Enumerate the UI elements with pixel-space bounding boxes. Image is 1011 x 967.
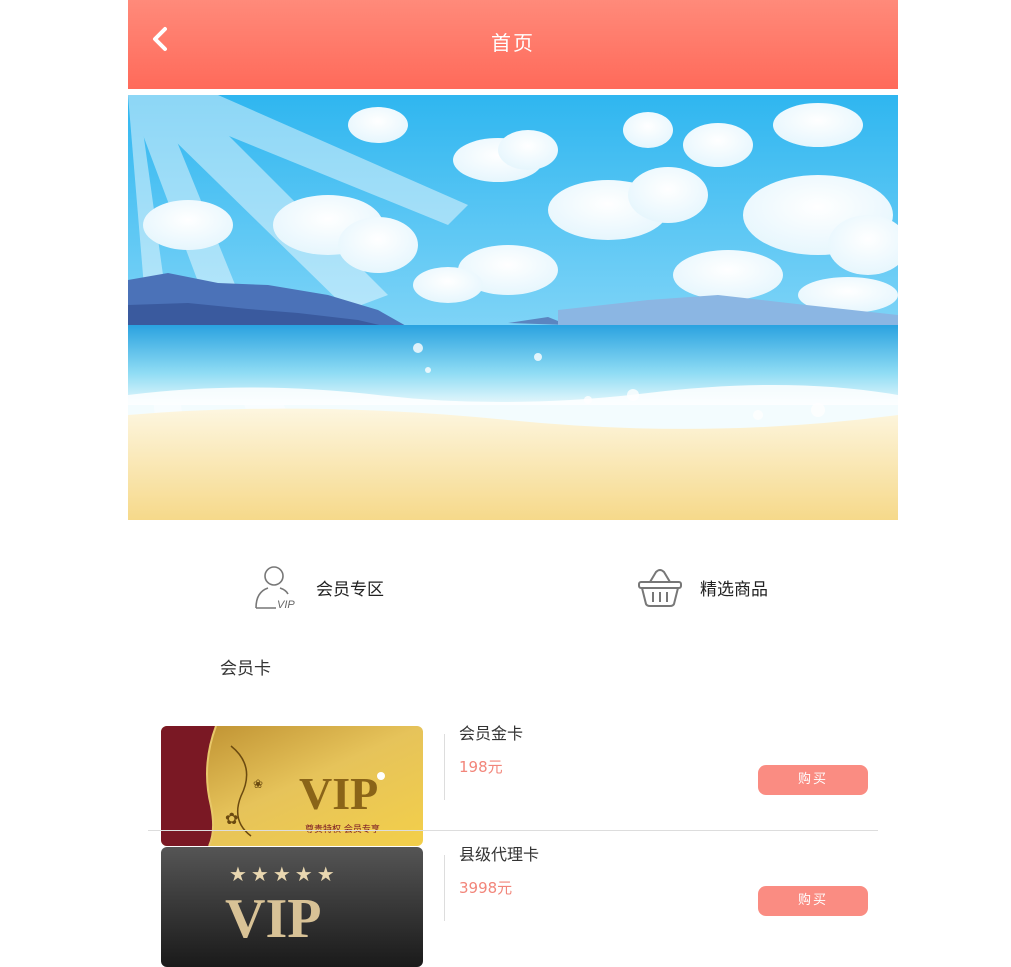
basket-icon (638, 569, 682, 607)
product-price: 3998元 (459, 879, 513, 897)
shortcut-featured-goods[interactable]: 精选商品 (636, 560, 768, 614)
row-divider-vertical (444, 855, 445, 921)
svg-text:VIP: VIP (225, 888, 321, 950)
shortcut-member-zone[interactable]: VIP 会员专区 (252, 560, 384, 614)
shortcut-member-zone-label: 会员专区 (316, 579, 384, 600)
buy-button[interactable]: 购买 (758, 886, 868, 916)
section-title-member-card: 会员卡 (220, 659, 271, 679)
beach-illustration (128, 95, 898, 520)
svg-text:VIP: VIP (277, 599, 295, 611)
row-divider (148, 830, 878, 831)
svg-text:✿: ✿ (225, 809, 238, 828)
product-name: 会员金卡 (459, 724, 524, 743)
product-name: 县级代理卡 (459, 845, 540, 864)
shortcut-featured-goods-label: 精选商品 (700, 579, 768, 600)
banner-image[interactable] (128, 95, 898, 520)
top-nav-bar: 首页 (128, 0, 898, 89)
row-divider-vertical (444, 734, 445, 800)
svg-text:★★★★★: ★★★★★ (229, 862, 339, 886)
buy-button[interactable]: 购买 (758, 765, 868, 795)
page-title: 首页 (491, 31, 535, 55)
black-vip-card-image: ★★★★★ VIP (161, 847, 423, 967)
svg-text:尊贵特权 会员专享: 尊贵特权 会员专享 (305, 823, 380, 835)
svg-text:❀: ❀ (253, 777, 263, 791)
product-price: 198元 (459, 758, 503, 776)
app-page: 首页 VIP 会员专区 精选商品 会员卡 ❀ ✿ VIP 尊贵特权 会员专享 会… (128, 0, 898, 967)
svg-text:VIP: VIP (299, 768, 378, 819)
product-row[interactable]: ❀ ✿ VIP 尊贵特权 会员专享 会员金卡 198元 购买 (128, 724, 898, 846)
product-row[interactable]: ★★★★★ VIP 县级代理卡 3998元 购买 (128, 845, 898, 967)
gold-vip-card-image: ❀ ✿ VIP 尊贵特权 会员专享 (161, 726, 423, 846)
user-vip-icon: VIP (255, 566, 295, 611)
